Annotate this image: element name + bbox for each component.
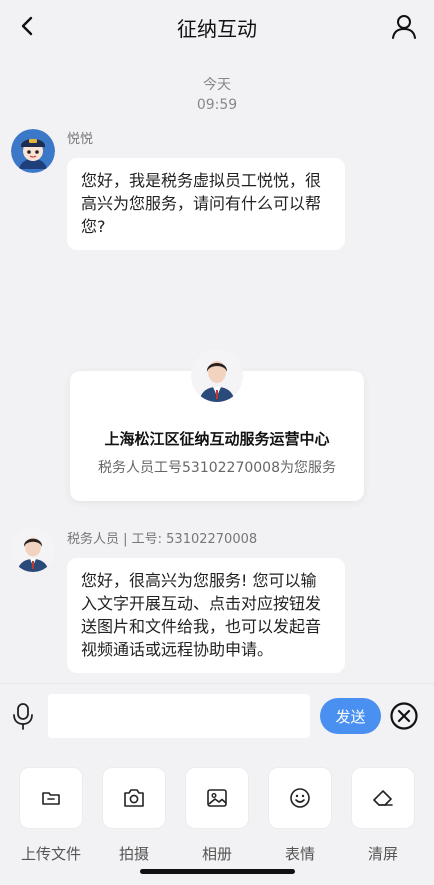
close-panel-icon[interactable]	[389, 701, 419, 731]
page-title: 征纳互动	[177, 17, 257, 41]
message-sender-name: 悦悦	[67, 132, 94, 147]
chat-bubble-incoming: 您好，很高兴为您服务! 您可以输入文字开展互动、点击对应按钮发送图片和文件给我，…	[67, 558, 345, 673]
upload-file-button[interactable]: 上传文件	[19, 767, 83, 864]
user-profile-icon[interactable]	[390, 12, 418, 40]
chat-date-label: 今天	[203, 77, 231, 93]
service-staff-subtitle: 税务人员工号53102270008为您服务	[98, 460, 336, 476]
message-sender-name: 税务人员 | 工号: 53102270008	[67, 532, 258, 547]
virtual-agent-avatar[interactable]	[11, 129, 55, 173]
photo-album-button[interactable]: 相册	[185, 767, 249, 864]
emoji-tile[interactable]	[268, 767, 332, 829]
staff-avatar	[191, 350, 243, 402]
emoji-button[interactable]: 表情	[268, 767, 332, 864]
message-text-input[interactable]	[48, 694, 310, 738]
smiley-icon	[290, 788, 310, 808]
clear-screen-button[interactable]: 清屏	[351, 767, 415, 864]
message-input-bar: 发送	[0, 683, 434, 749]
folder-icon	[42, 792, 60, 805]
clear-screen-tile[interactable]	[351, 767, 415, 829]
take-photo-button[interactable]: 拍摄	[102, 767, 166, 864]
photo-album-tile[interactable]	[185, 767, 249, 829]
chat-bubble-incoming: 您好，我是税务虚拟员工悦悦，很高兴为您服务，请问有什么可以帮您?	[67, 158, 345, 250]
nav-header: 征纳互动	[0, 0, 434, 52]
home-indicator	[140, 869, 295, 874]
camera-icon	[124, 789, 144, 807]
microphone-icon[interactable]	[11, 702, 35, 730]
upload-file-tile[interactable]	[19, 767, 83, 829]
toolbar-label: 清屏	[367, 845, 398, 863]
toolbar-label: 上传文件	[20, 845, 81, 863]
eraser-icon	[373, 790, 393, 806]
chat-time-label: 09:59	[196, 97, 238, 113]
take-photo-tile[interactable]	[102, 767, 166, 829]
service-center-title: 上海松江区征纳互动服务运营中心	[104, 430, 330, 448]
toolbar-label: 相册	[201, 845, 232, 863]
toolbar-label: 拍摄	[118, 845, 149, 863]
function-toolbar: 上传文件 拍摄 相册 表情 清屏	[0, 750, 434, 885]
toolbar-label: 表情	[284, 845, 315, 863]
staff-message-avatar[interactable]	[11, 528, 55, 572]
image-icon	[207, 789, 227, 807]
send-button[interactable]: 发送	[320, 698, 381, 734]
